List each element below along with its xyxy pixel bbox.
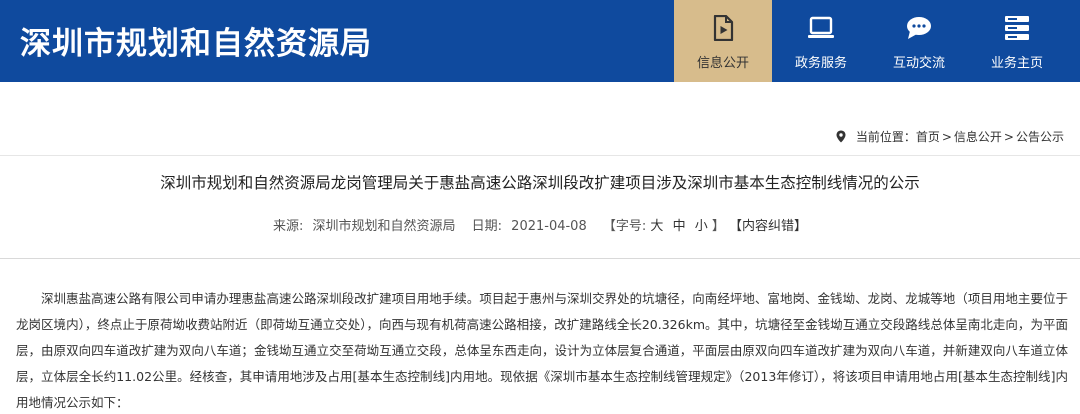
breadcrumb-separator: > — [1003, 129, 1014, 144]
header-divider — [0, 155, 1080, 156]
font-size-label: 【字号: — [602, 219, 647, 234]
font-size-large-button[interactable]: 大 — [650, 219, 663, 234]
nav-label: 信息公开 — [696, 56, 749, 71]
nav-item-gov-services[interactable]: 政务服务 — [772, 0, 870, 82]
content-correction-link[interactable]: 【内容纠错】 — [729, 219, 807, 234]
breadcrumb-home[interactable]: 首页 — [916, 128, 940, 145]
nav-item-business-home[interactable]: 业务主页 — [968, 0, 1066, 82]
font-size-close: 】 — [711, 219, 725, 234]
article-body: 深圳惠盐高速公路有限公司申请办理惠盐高速公路深圳段改扩建项目用地手续。项目起于惠… — [16, 291, 1068, 410]
font-size-medium-button[interactable]: 中 — [673, 219, 686, 234]
breadcrumb-info-disclosure[interactable]: 信息公开 — [954, 128, 1002, 145]
article-title: 深圳市规划和自然资源局龙岗管理局关于惠盐高速公路深圳段改扩建项目涉及深圳市基本生… — [160, 174, 920, 192]
article-meta: 来源: 深圳市规划和自然资源局 日期: 2021-04-08 【字号: 大 中 … — [0, 215, 1080, 234]
breadcrumb-prefix: 当前位置： — [855, 130, 916, 144]
source-label: 来源: — [272, 219, 304, 234]
nav-label: 政务服务 — [794, 56, 847, 71]
monitor-icon — [805, 12, 837, 44]
breadcrumb: 当前位置： 首页 > 信息公开 > 公告公示 — [836, 128, 1064, 145]
document-icon — [707, 12, 739, 44]
breadcrumb-separator: > — [941, 129, 952, 144]
chat-bubble-icon — [903, 12, 935, 44]
source-value: 深圳市规划和自然资源局 — [312, 219, 456, 234]
server-stack-icon — [1001, 12, 1033, 44]
nav-item-info-disclosure[interactable]: 信息公开 — [674, 0, 772, 82]
main-nav: 信息公开 政务服务 互动交流 业务主页 — [674, 0, 1080, 82]
date-value: 2021-04-08 — [511, 219, 587, 234]
site-title[interactable]: 深圳市规划和自然资源局 — [20, 18, 372, 63]
date-label: 日期: — [471, 219, 503, 234]
meta-divider — [0, 258, 1080, 259]
nav-label: 业务主页 — [990, 56, 1043, 71]
location-pin-icon — [836, 130, 846, 143]
nav-label: 互动交流 — [892, 56, 945, 71]
nav-item-interaction[interactable]: 互动交流 — [870, 0, 968, 82]
font-size-small-button[interactable]: 小 — [695, 219, 708, 234]
breadcrumb-announcements[interactable]: 公告公示 — [1016, 128, 1064, 145]
site-header: 深圳市规划和自然资源局 信息公开 政务服务 互动交流 业务主页 — [0, 0, 1080, 82]
